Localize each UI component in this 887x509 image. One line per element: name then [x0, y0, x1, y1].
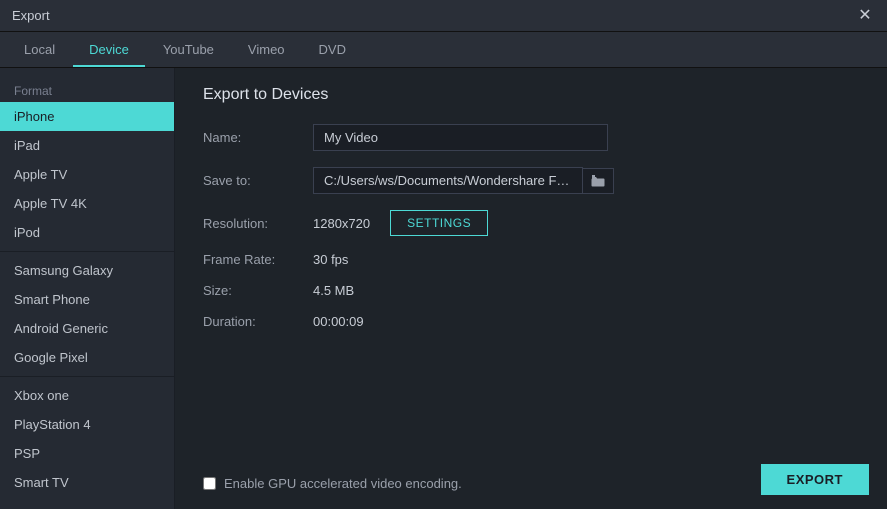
duration-value: 00:00:09 — [313, 314, 364, 329]
resolution-group: 1280x720 SETTINGS — [313, 210, 488, 236]
size-row: Size: 4.5 MB — [203, 283, 859, 298]
sidebar-item-samsung-galaxy[interactable]: Samsung Galaxy — [0, 256, 174, 285]
titlebar: Export ✕ — [0, 0, 887, 32]
browse-button[interactable] — [583, 168, 614, 194]
resolution-value: 1280x720 — [313, 216, 370, 231]
resolution-label: Resolution: — [203, 216, 313, 231]
sidebar-item-playstation-4[interactable]: PlayStation 4 — [0, 410, 174, 439]
tabbar: Local Device YouTube Vimeo DVD — [0, 32, 887, 68]
save-to-input[interactable] — [313, 167, 583, 194]
sidebar-divider2 — [0, 376, 174, 377]
name-label: Name: — [203, 130, 313, 145]
size-label: Size: — [203, 283, 313, 298]
sidebar-item-apple-tv-4k[interactable]: Apple TV 4K — [0, 189, 174, 218]
duration-label: Duration: — [203, 314, 313, 329]
size-value: 4.5 MB — [313, 283, 354, 298]
sidebar-section-label: Format — [0, 78, 174, 102]
frame-rate-row: Frame Rate: 30 fps — [203, 252, 859, 267]
sidebar-item-ipod[interactable]: iPod — [0, 218, 174, 247]
resolution-row: Resolution: 1280x720 SETTINGS — [203, 210, 859, 236]
tab-youtube[interactable]: YouTube — [147, 34, 230, 67]
sidebar-item-apple-tv[interactable]: Apple TV — [0, 160, 174, 189]
window-title: Export — [12, 8, 50, 23]
sidebar: Format iPhone iPad Apple TV Apple TV 4K … — [0, 68, 175, 509]
settings-button[interactable]: SETTINGS — [390, 210, 488, 236]
gpu-checkbox[interactable] — [203, 477, 216, 490]
path-group — [313, 167, 614, 194]
gpu-checkbox-row: Enable GPU accelerated video encoding. — [203, 476, 462, 491]
content-area: Export to Devices Name: Save to: Resolut… — [175, 68, 887, 509]
tab-local[interactable]: Local — [8, 34, 71, 67]
save-to-label: Save to: — [203, 173, 313, 188]
sidebar-item-psp[interactable]: PSP — [0, 439, 174, 468]
sidebar-item-smart-phone[interactable]: Smart Phone — [0, 285, 174, 314]
sidebar-item-android-generic[interactable]: Android Generic — [0, 314, 174, 343]
sidebar-item-xbox-one[interactable]: Xbox one — [0, 381, 174, 410]
main-layout: Format iPhone iPad Apple TV Apple TV 4K … — [0, 68, 887, 509]
sidebar-item-ipad[interactable]: iPad — [0, 131, 174, 160]
sidebar-item-smart-tv[interactable]: Smart TV — [0, 468, 174, 497]
frame-rate-value: 30 fps — [313, 252, 348, 267]
sidebar-item-iphone[interactable]: iPhone — [0, 102, 174, 131]
name-input[interactable] — [313, 124, 608, 151]
tab-vimeo[interactable]: Vimeo — [232, 34, 301, 67]
close-button[interactable]: ✕ — [855, 6, 875, 26]
tab-dvd[interactable]: DVD — [303, 34, 362, 67]
sidebar-item-google-pixel[interactable]: Google Pixel — [0, 343, 174, 372]
frame-rate-label: Frame Rate: — [203, 252, 313, 267]
sidebar-divider — [0, 251, 174, 252]
gpu-label[interactable]: Enable GPU accelerated video encoding. — [224, 476, 462, 491]
name-row: Name: — [203, 124, 859, 151]
tab-device[interactable]: Device — [73, 34, 145, 67]
export-button[interactable]: EXPORT — [761, 464, 869, 495]
content-title: Export to Devices — [203, 86, 859, 104]
save-to-row: Save to: — [203, 167, 859, 194]
duration-row: Duration: 00:00:09 — [203, 314, 859, 329]
